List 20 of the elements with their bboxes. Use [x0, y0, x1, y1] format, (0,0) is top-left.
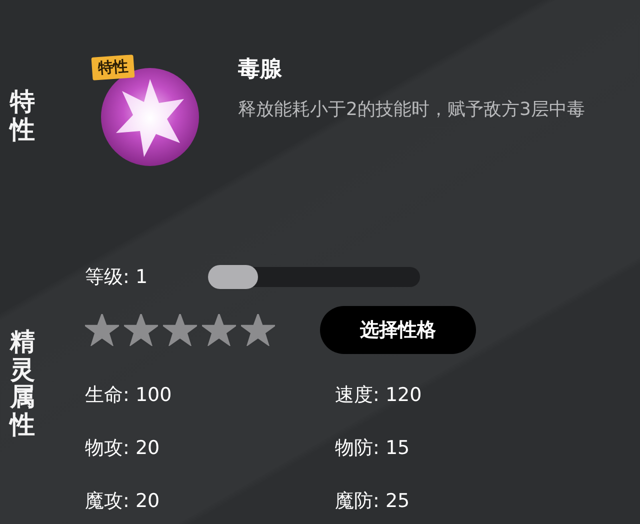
star-icon	[85, 314, 119, 346]
section-label: 精灵属性	[10, 328, 35, 438]
trait-badge: 特性	[91, 54, 135, 80]
stat-label: 物防: 15	[335, 436, 411, 461]
slider-thumb[interactable]	[208, 265, 258, 289]
star-icon	[124, 314, 158, 346]
star-icon	[163, 314, 197, 346]
choose-nature-button[interactable]: 选择性格	[320, 306, 476, 354]
stat-label: 魔攻: 20	[85, 489, 161, 514]
section-label: 特性	[10, 88, 35, 143]
star-icon	[202, 314, 236, 346]
level-label: 等级: 1	[85, 265, 148, 290]
stat-label: 生命: 100	[85, 383, 173, 408]
star-icon	[241, 314, 275, 346]
trait-name: 毒腺	[238, 56, 283, 84]
stat-label: 物攻: 20	[85, 436, 161, 461]
stat-label: 速度: 120	[335, 383, 423, 408]
stat-label: 魔防: 25	[335, 489, 411, 514]
level-slider[interactable]	[208, 267, 420, 287]
trait-description: 释放能耗小于2的技能时，赋予敌方3层中毒	[238, 98, 586, 122]
